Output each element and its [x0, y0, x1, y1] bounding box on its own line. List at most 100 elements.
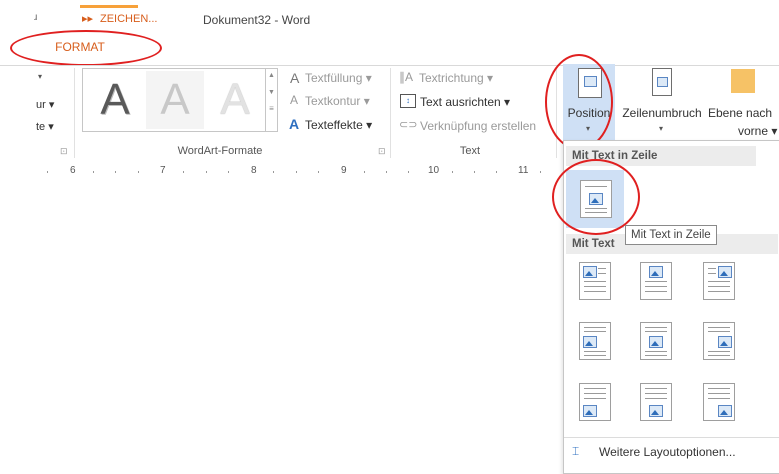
position-middle-right-icon[interactable]: [703, 322, 735, 360]
thumb-picture: [649, 266, 663, 278]
thumb-picture: [583, 405, 597, 417]
ruler-number: 7: [160, 165, 166, 176]
ruler-number: 11: [518, 165, 529, 176]
thumb-line: [645, 291, 667, 292]
thumb-line: [708, 398, 730, 399]
scroll-up-icon[interactable]: ▲: [266, 72, 277, 79]
scroll-down-icon[interactable]: ▼: [266, 89, 277, 96]
partial-caret: ▾: [38, 72, 43, 81]
ruler-number: 9: [341, 165, 347, 176]
thumb-line: [645, 351, 667, 352]
thumb-picture: [718, 405, 732, 417]
thumb-line: [598, 273, 606, 274]
text-effects-button[interactable]: Texteffekte ▾: [305, 118, 372, 132]
align-text-button[interactable]: Text ausrichten ▾: [420, 95, 510, 109]
thumb-line: [584, 351, 606, 352]
tab-zeichen-prefix: ▸▸: [82, 13, 94, 25]
position-top-left-icon[interactable]: [579, 262, 611, 300]
wrap-text-icon-picture: [657, 77, 668, 87]
text-fill-button[interactable]: Textfüllung ▾: [305, 71, 372, 85]
tooltip: Mit Text in Zeile: [625, 225, 717, 245]
ruler-tick: [474, 171, 475, 173]
ruler-tick: [318, 171, 319, 173]
context-tab-indicator: [80, 5, 138, 8]
ruler-tick: [296, 171, 297, 173]
thumb-picture: [649, 405, 663, 417]
partial-launcher-icon[interactable]: ⊡: [60, 146, 68, 157]
thumb-line: [645, 286, 667, 287]
position-middle-left-icon[interactable]: [579, 322, 611, 360]
thumb-line: [584, 291, 606, 292]
wordart-gallery-scroll[interactable]: ▲ ▼ ≡: [265, 69, 277, 131]
divider: [564, 437, 779, 438]
wordart-style-3[interactable]: A: [206, 71, 264, 129]
position-bottom-center-icon[interactable]: [640, 383, 672, 421]
thumb-line: [584, 281, 606, 282]
wrap-text-button[interactable]: Zeilenumbruch: [614, 106, 710, 120]
ruler-tick: [93, 171, 94, 173]
ruler-tick: [273, 171, 274, 173]
position-bottom-right-icon[interactable]: [703, 383, 735, 421]
partial-item-1[interactable]: ur ▾: [36, 98, 54, 111]
thumb-line: [584, 286, 606, 287]
partial-item-2[interactable]: te ▾: [36, 120, 54, 133]
tab-zeichen[interactable]: ZEICHEN...: [100, 13, 157, 25]
wordart-gallery[interactable]: A A A ▲ ▼ ≡: [82, 68, 278, 132]
thumb-line: [584, 327, 606, 328]
thumb-line: [584, 331, 606, 332]
thumb-picture: [583, 266, 597, 278]
text-direction-button[interactable]: Textrichtung ▾: [419, 71, 493, 85]
thumb-line: [645, 327, 667, 328]
ruler-tick: [138, 171, 139, 173]
thumb-line: [598, 268, 606, 269]
ruler-tick: [408, 171, 409, 173]
thumb-line: [645, 281, 667, 282]
thumb-line: [708, 351, 730, 352]
wrap-text-icon: [652, 68, 672, 96]
thumb-line: [584, 393, 606, 394]
ruler-tick: [386, 171, 387, 173]
ruler-tick: [228, 171, 229, 173]
text-outline-button[interactable]: Textkontur ▾: [305, 94, 370, 108]
more-layout-options[interactable]: ⌶ Weitere Layoutoptionen...: [564, 439, 779, 465]
thumb-line: [708, 268, 716, 269]
ruler-tick: [496, 171, 497, 173]
bring-forward-icon: [731, 69, 755, 93]
ruler-number: 10: [428, 165, 440, 176]
thumb-line: [645, 331, 667, 332]
separator: [74, 68, 75, 158]
thumb-line: [584, 398, 606, 399]
qat-glyph: ɹ: [34, 12, 38, 23]
wordart-style-2[interactable]: A: [146, 71, 204, 129]
ruler-tick: [452, 171, 453, 173]
ruler-tick: [183, 171, 184, 173]
wordart-style-1[interactable]: A: [86, 71, 144, 129]
ruler-tick: [47, 171, 48, 173]
thumb-line: [645, 398, 667, 399]
position-middle-center-icon[interactable]: [640, 322, 672, 360]
position-top-right-icon[interactable]: [703, 262, 735, 300]
thumb-line: [708, 327, 730, 328]
wordart-launcher-icon[interactable]: ⊡: [378, 146, 386, 157]
link-icon: ⊂⊃: [399, 119, 418, 131]
bring-forward-label-1[interactable]: Ebene nach: [708, 106, 779, 120]
text-fill-icon: A: [290, 70, 300, 86]
annotation-circle-position: [545, 54, 613, 150]
thumb-line: [708, 355, 730, 356]
position-top-center-icon[interactable]: [640, 262, 672, 300]
thumb-line: [708, 281, 730, 282]
thumb-line: [584, 355, 606, 356]
ruler-tick: [115, 171, 116, 173]
layout-options-icon: ⌶: [572, 444, 580, 458]
gallery-more-icon[interactable]: ≡: [266, 104, 277, 113]
thumb-line: [708, 331, 730, 332]
create-link-button[interactable]: Verknüpfung erstellen: [420, 119, 536, 133]
position-bottom-left-icon[interactable]: [579, 383, 611, 421]
annotation-circle-inline: [552, 159, 640, 235]
bring-forward-label-2[interactable]: vorne ▾: [738, 124, 777, 138]
thumb-picture: [583, 336, 597, 348]
thumb-picture: [718, 266, 732, 278]
thumb-line: [708, 393, 730, 394]
thumb-picture: [649, 336, 663, 348]
ruler-number: 8: [251, 165, 257, 176]
